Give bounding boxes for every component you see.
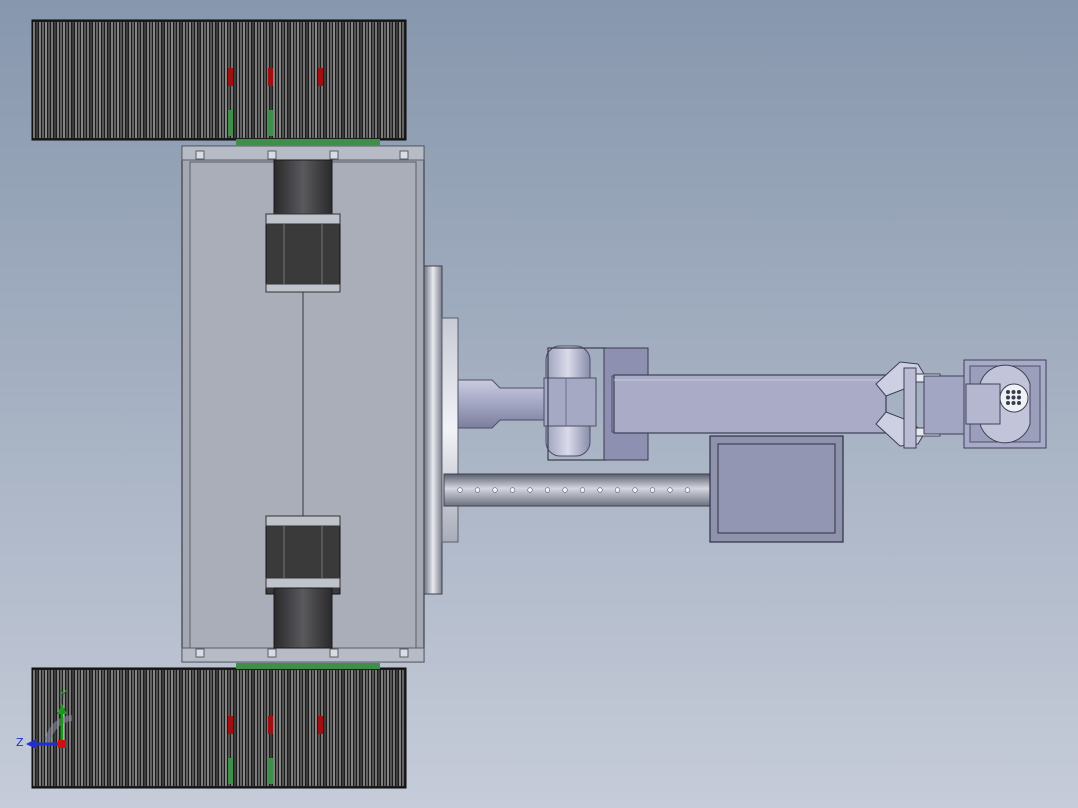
track-left[interactable] [31,19,407,145]
track-hub-strip [236,663,380,669]
control-box[interactable] [709,435,844,543]
track-right[interactable] [31,663,407,789]
shoulder-joint[interactable] [457,345,597,457]
triad-origin [58,740,66,748]
triad-z-label: Z [16,736,24,749]
track-hub-strip [236,139,380,145]
triad-y-arrow [57,704,67,714]
drive-motor-top[interactable] [265,159,341,293]
end-effector-camera[interactable] [999,383,1029,413]
robot-model-view[interactable] [0,0,1078,808]
triad-z-arrow [26,739,36,749]
gripper[interactable] [875,361,965,449]
perforated-boom[interactable] [443,473,713,507]
coordinate-triad-icon: Y Z [16,688,73,749]
cad-viewport[interactable]: Y Z [0,0,1078,808]
turntable-base[interactable] [423,265,459,595]
drive-motor-bottom[interactable] [265,515,341,649]
camera-lens-icon [1006,390,1021,405]
triad-y-label: Y [59,688,67,701]
